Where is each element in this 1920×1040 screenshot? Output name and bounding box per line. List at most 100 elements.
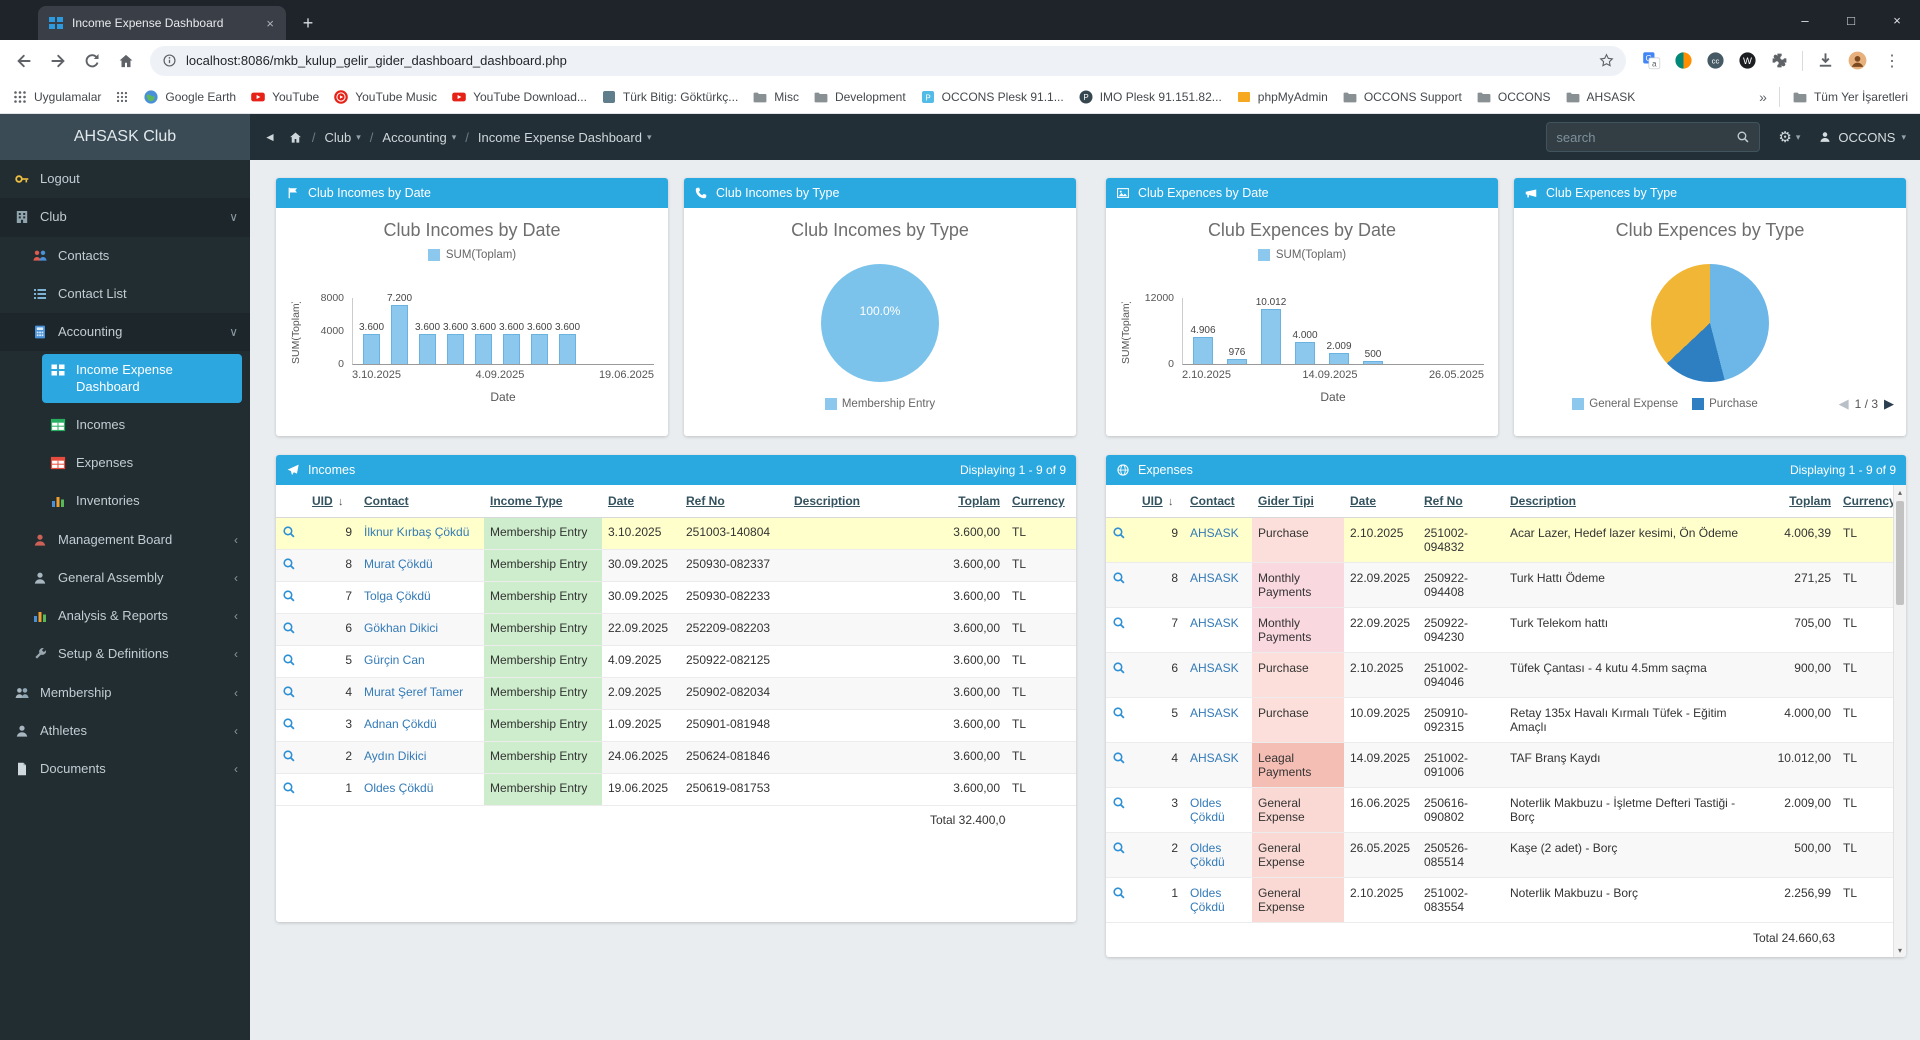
contact-link[interactable]: AHSASK	[1190, 571, 1239, 585]
bookmark-item-development[interactable]: Development	[813, 89, 906, 105]
scroll-up-icon[interactable]: ▴	[1894, 485, 1906, 499]
user-menu[interactable]: OCCONS ▾	[1818, 130, 1906, 145]
browser-tab[interactable]: Income Expense Dashboard ×	[38, 6, 286, 40]
col-header-description[interactable]: Description	[788, 485, 924, 518]
sidebar-item-contact-list[interactable]: Contact List	[0, 275, 250, 313]
site-info-icon[interactable]	[162, 53, 177, 68]
url-text[interactable]: localhost:8086/mkb_kulup_gelir_gider_das…	[186, 53, 567, 68]
col-header-currency[interactable]: Currency	[1006, 485, 1076, 518]
cell-detail[interactable]	[276, 549, 306, 582]
col-header-contact[interactable]: Contact	[358, 485, 484, 518]
col-header-toplam[interactable]: Toplam	[1747, 485, 1837, 518]
profile-avatar[interactable]	[1848, 51, 1867, 70]
all-bookmarks-button[interactable]: Tüm Yer İşaretleri	[1792, 89, 1908, 105]
sidebar-item-management-board[interactable]: Management Board ‹	[0, 521, 250, 559]
search-icon[interactable]	[1736, 130, 1750, 144]
translate-icon[interactable]: Ga	[1642, 51, 1661, 70]
cell-detail[interactable]	[1106, 697, 1136, 743]
sidebar-item-inventories[interactable]: Inventories	[0, 482, 250, 520]
contact-link[interactable]: Oldes Çökdü	[1190, 841, 1225, 869]
cell-detail[interactable]	[1106, 652, 1136, 698]
cell-detail[interactable]	[1106, 742, 1136, 788]
cell-detail[interactable]	[276, 581, 306, 614]
extension-cc-icon[interactable]: cc	[1706, 51, 1725, 70]
contact-link[interactable]: AHSASK	[1190, 526, 1239, 540]
col-header-ref-no[interactable]: Ref No	[680, 485, 788, 518]
settings-menu[interactable]: ⚙ ▾	[1778, 128, 1800, 146]
col-header-ref-no[interactable]: Ref No	[1418, 485, 1504, 518]
bookmark-item-youtube[interactable]: YouTube	[250, 89, 319, 105]
apps-grid-icon[interactable]	[115, 90, 129, 104]
col-header-currency[interactable]: Currency	[1837, 485, 1893, 518]
sidebar-item-setup-definitions[interactable]: Setup & Definitions ‹	[0, 635, 250, 673]
bookmark-item-youtube-download[interactable]: YouTube Download...	[451, 89, 587, 105]
cell-detail[interactable]	[276, 773, 306, 806]
contact-link[interactable]: Aydın Dikici	[364, 749, 426, 763]
cell-detail[interactable]	[276, 517, 306, 550]
row-detail-button[interactable]	[1112, 751, 1126, 765]
sidebar-item-expenses[interactable]: Expenses	[0, 444, 250, 482]
row-detail-button[interactable]	[282, 717, 296, 731]
bookmark-item-youtube-music[interactable]: YouTube Music	[333, 89, 437, 105]
window-minimize-button[interactable]: –	[1782, 0, 1828, 40]
contact-link[interactable]: Oldes Çökdü	[1190, 886, 1225, 914]
forward-button[interactable]	[42, 45, 74, 77]
sidebar-item-accounting[interactable]: Accounting ∨	[0, 313, 250, 352]
reload-button[interactable]	[76, 45, 108, 77]
sidebar-item-documents[interactable]: Documents ‹	[0, 750, 250, 788]
contact-link[interactable]: AHSASK	[1190, 616, 1239, 630]
breadcrumb-item-accounting[interactable]: Accounting ▾	[382, 130, 456, 145]
extension-color-icon[interactable]	[1674, 51, 1693, 70]
row-detail-button[interactable]	[1112, 571, 1126, 585]
sidebar-item-analysis-reports[interactable]: Analysis & Reports ‹	[0, 597, 250, 635]
expenses-scrollbar[interactable]: ▴ ▾	[1893, 485, 1906, 957]
home-button[interactable]	[110, 45, 142, 77]
row-detail-button[interactable]	[282, 557, 296, 571]
bookmark-item-occons-support[interactable]: OCCONS Support	[1342, 89, 1462, 105]
tab-close-icon[interactable]: ×	[264, 16, 276, 31]
cell-detail[interactable]	[1106, 877, 1136, 923]
window-maximize-button[interactable]: □	[1828, 0, 1874, 40]
sidebar-item-income-expense-dashboard[interactable]: Income Expense Dashboard	[42, 354, 242, 403]
breadcrumb-home[interactable]	[288, 130, 303, 145]
row-detail-button[interactable]	[282, 621, 296, 635]
browser-menu-icon[interactable]: ⋮	[1880, 51, 1904, 71]
extensions-puzzle-icon[interactable]	[1770, 51, 1789, 70]
cell-detail[interactable]	[1106, 607, 1136, 653]
contact-link[interactable]: AHSASK	[1190, 661, 1239, 675]
cell-detail[interactable]	[276, 645, 306, 678]
col-header-uid[interactable]: UID ↓	[1136, 485, 1184, 518]
row-detail-button[interactable]	[1112, 796, 1126, 810]
sidebar-item-contacts[interactable]: Contacts	[0, 237, 250, 275]
sidebar-item-logout[interactable]: Logout	[0, 160, 250, 198]
bookmark-star-icon[interactable]	[1599, 52, 1614, 69]
contact-link[interactable]: Murat Şeref Tamer	[364, 685, 463, 699]
breadcrumb-item-club[interactable]: Club ▾	[325, 130, 361, 145]
window-close-button[interactable]: ×	[1874, 0, 1920, 40]
contact-link[interactable]: Gökhan Dikici	[364, 621, 438, 635]
row-detail-button[interactable]	[282, 685, 296, 699]
pager-next-button[interactable]: ▶	[1884, 396, 1894, 412]
contact-link[interactable]: Murat Çökdü	[364, 557, 433, 571]
bookmarks-overflow-button[interactable]: »	[1759, 89, 1767, 105]
sidebar-item-general-assembly[interactable]: General Assembly ‹	[0, 559, 250, 597]
row-detail-button[interactable]	[1112, 616, 1126, 630]
new-tab-button[interactable]: +	[294, 9, 322, 37]
bookmark-item-google-earth[interactable]: Google Earth	[143, 89, 236, 105]
scrollbar-thumb[interactable]	[1896, 501, 1904, 605]
contact-link[interactable]: AHSASK	[1190, 751, 1239, 765]
search-box[interactable]	[1546, 122, 1761, 152]
sidebar-item-club[interactable]: Club ∨	[0, 198, 250, 237]
contact-link[interactable]: Gürçin Can	[364, 653, 425, 667]
col-header-toplam[interactable]: Toplam	[924, 485, 1006, 518]
row-detail-button[interactable]	[1112, 886, 1126, 900]
sidebar-item-membership[interactable]: Membership ‹	[0, 674, 250, 712]
row-detail-button[interactable]	[1112, 841, 1126, 855]
cell-detail[interactable]	[1106, 517, 1136, 563]
cell-detail[interactable]	[276, 613, 306, 646]
sidebar-item-athletes[interactable]: Athletes ‹	[0, 712, 250, 750]
contact-link[interactable]: Adnan Çökdü	[364, 717, 437, 731]
bookmark-item-t-rk-bitig-g-kt-rk[interactable]: Türk Bitig: Göktürkç...	[601, 89, 738, 105]
row-detail-button[interactable]	[282, 653, 296, 667]
bookmark-item-occons[interactable]: OCCONS	[1476, 89, 1551, 105]
